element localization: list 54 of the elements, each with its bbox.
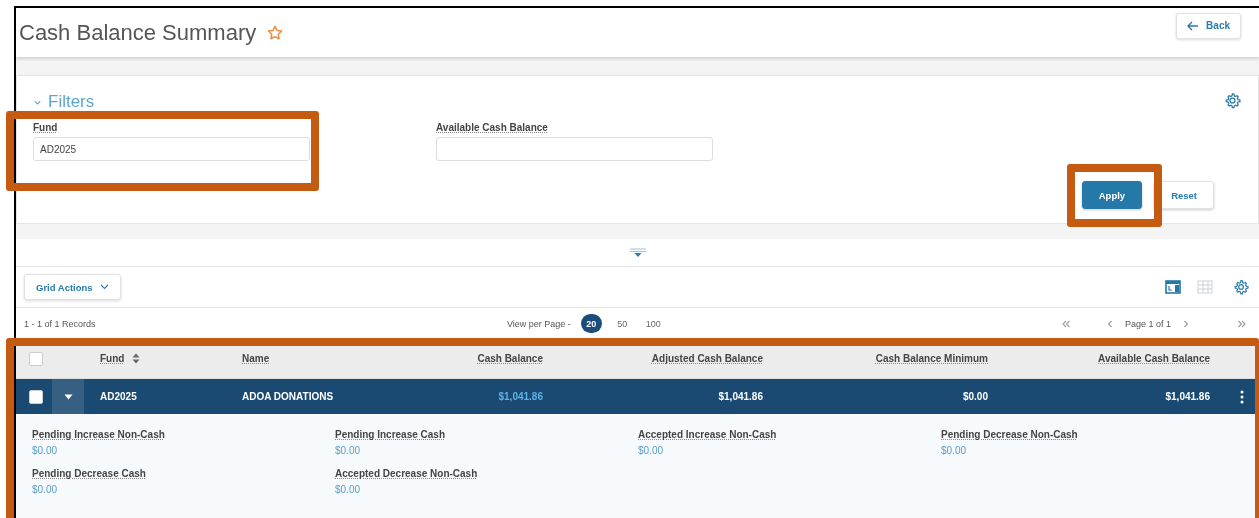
column-header[interactable]: Fund [100, 353, 125, 364]
column-header[interactable]: Name [242, 353, 270, 364]
star-icon[interactable] [266, 23, 285, 42]
detail-label: Accepted Decrease Non-Cash [335, 468, 478, 479]
input-field[interactable]: AD2025 [33, 137, 310, 161]
input-field[interactable] [436, 137, 713, 161]
back-button[interactable]: Back [1176, 12, 1241, 39]
detail-value: $0.00 [335, 445, 361, 456]
field-label: Fund [33, 122, 58, 133]
first-page-icon[interactable] [1060, 318, 1071, 329]
field-label: Available Cash Balance [436, 122, 548, 133]
detail-label: Accepted Increase Non-Cash [638, 429, 777, 440]
detail-value: $0.00 [335, 484, 361, 495]
expand-button[interactable] [52, 379, 84, 414]
cell-link[interactable]: $1,041.86 [400, 391, 543, 402]
checkbox[interactable] [29, 351, 43, 366]
checkbox[interactable] [29, 389, 43, 404]
view-per-page-label: View per Page - [507, 318, 571, 329]
table-cell-text: AD2025 [99, 391, 138, 402]
detail-label: Pending Decrease Cash [32, 468, 146, 479]
detail-value: $0.00 [32, 445, 58, 456]
table-cell-text: $1,041.86 [1164, 391, 1210, 402]
page-title: Cash Balance Summary [19, 19, 257, 46]
sort-icon[interactable] [132, 353, 141, 364]
detail-label: Pending Increase Non-Cash [32, 429, 165, 440]
last-page-icon[interactable] [1237, 318, 1247, 329]
detail-value: $0.00 [32, 484, 58, 495]
more-options-icon[interactable] [1240, 389, 1244, 404]
next-page-icon[interactable] [1181, 318, 1191, 329]
page-info: Page 1 of 1 [1124, 318, 1171, 329]
detail-value: $0.00 [941, 445, 967, 456]
collapse-handle-icon[interactable] [628, 247, 647, 258]
page-size-option[interactable]: 20 [580, 314, 602, 333]
settings-icon[interactable] [1233, 279, 1249, 295]
detail-value: $0.00 [638, 445, 664, 456]
column-header[interactable]: Cash Balance [477, 353, 543, 364]
table-cell-text: ADOA DONATIONS [241, 391, 335, 402]
page-size-option[interactable]: 100 [642, 314, 664, 333]
detail-label: Pending Increase Cash [335, 429, 446, 440]
column-header[interactable]: Adjusted Cash Balance [651, 353, 763, 364]
column-header[interactable]: Cash Balance Minimum [875, 353, 988, 364]
settings-icon[interactable] [1224, 92, 1241, 109]
chevron-down-icon [99, 284, 109, 290]
grid-actions-button[interactable]: Grid Actions [24, 274, 121, 300]
records-count: 1 - 1 of 1 Records [24, 318, 96, 329]
table-cell-text: $1,041.86 [717, 391, 763, 402]
apply-button[interactable]: Apply [1081, 181, 1143, 209]
detail-label: Pending Decrease Non-Cash [941, 429, 1078, 440]
caret-icon [63, 393, 73, 400]
column-header[interactable]: Available Cash Balance [1098, 353, 1210, 364]
arrow-left-icon [1187, 20, 1200, 31]
page-size-option[interactable]: 50 [611, 314, 633, 333]
table-cell-text: $0.00 [961, 391, 988, 402]
card-view-icon[interactable] [1165, 280, 1181, 294]
